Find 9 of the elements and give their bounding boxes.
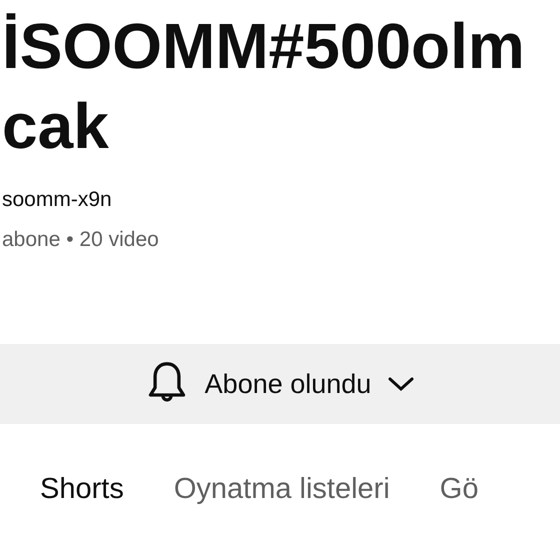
- chevron-down-icon: [387, 375, 416, 393]
- tab[interactable]: Gö: [440, 468, 478, 512]
- channel-handle: soomm-x9n: [2, 187, 112, 213]
- tab[interactable]: Oynatma listeleri: [174, 468, 390, 512]
- channel-title: İSOOMM#500olm: [2, 9, 525, 84]
- tab[interactable]: Shorts: [40, 468, 124, 512]
- channel-stats: abone • 20 video: [2, 227, 159, 253]
- channel-title: cak: [2, 89, 109, 164]
- subscribe-button[interactable]: Abone olundu: [0, 344, 560, 424]
